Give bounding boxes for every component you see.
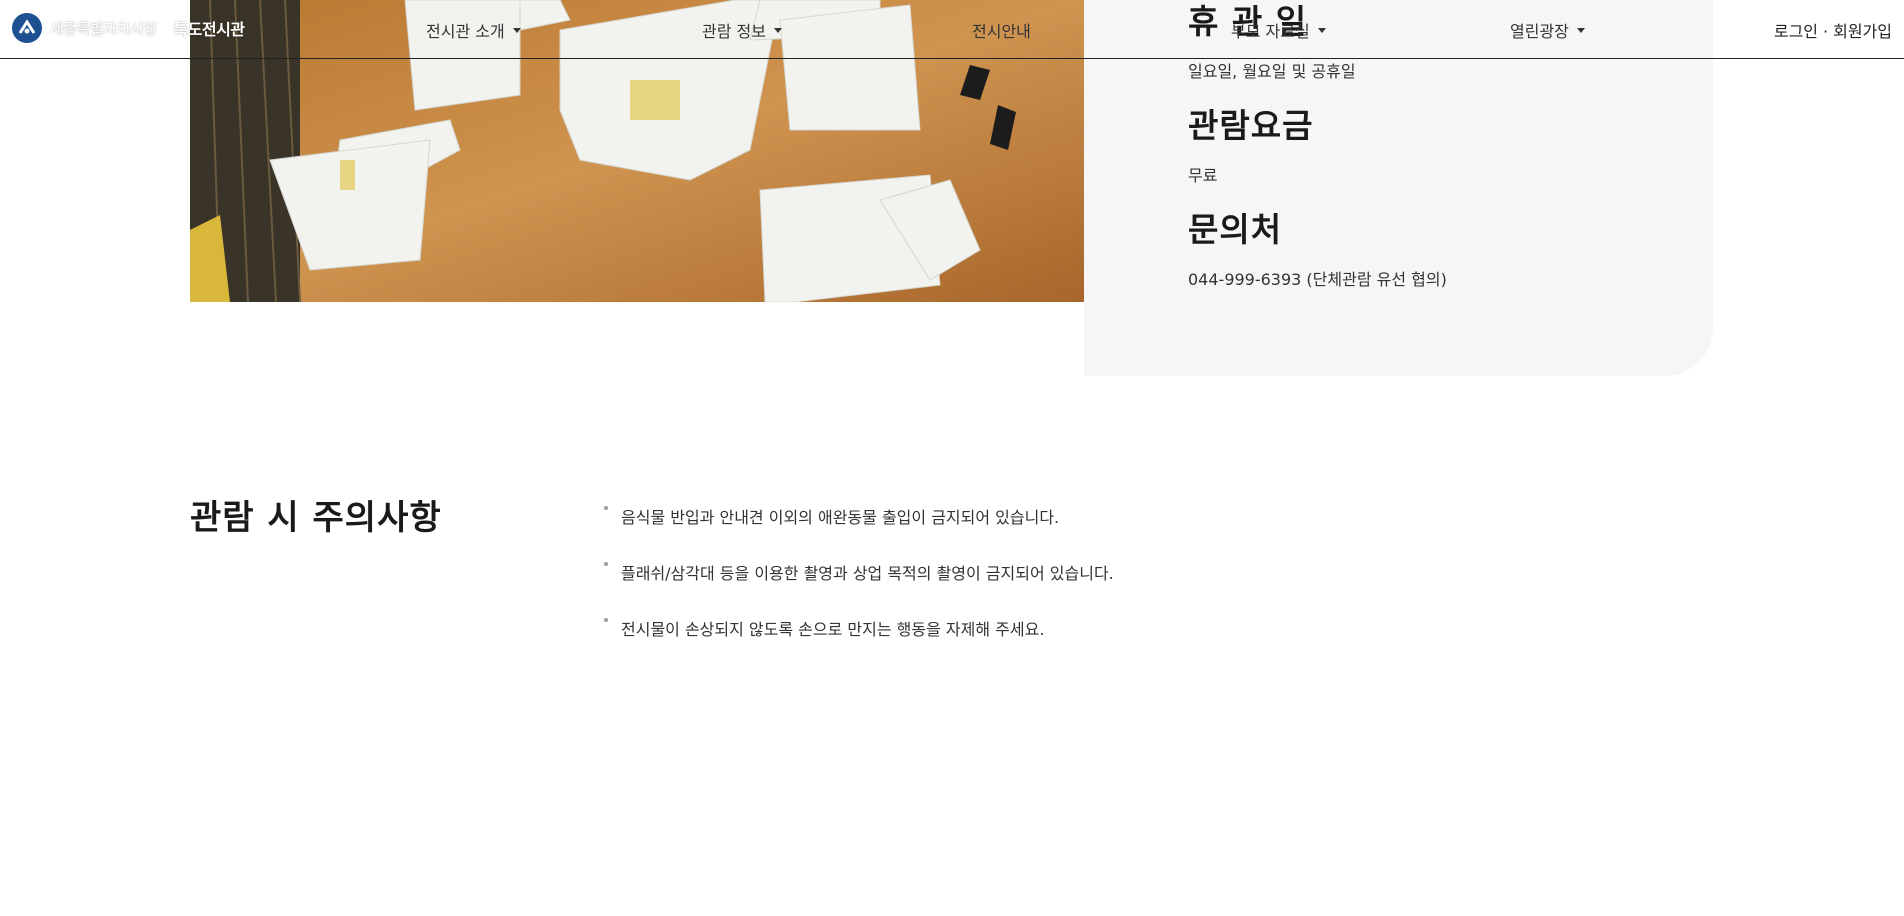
notice-item-text: 음식물 반입과 안내견 이외의 애완동물 출입이 금지되어 있습니다.	[621, 508, 1060, 527]
nav-item-label: 전시관 소개	[426, 22, 505, 41]
caret-down-icon	[1317, 27, 1326, 33]
nav-item-archive[interactable]: 부모 자료실	[1231, 18, 1326, 42]
nav-item-label: 부모 자료실	[1231, 22, 1310, 41]
auth-links: 로그인 · 회원가입	[1774, 18, 1892, 42]
list-item: 플래쉬/삼각대 등을 이용한 촬영과 상업 목적의 촬영이 금지되어 있습니다.	[604, 560, 1114, 616]
notice-section-title: 관람 시 주의사항	[190, 498, 442, 538]
admission-fee-text: 무료	[1188, 166, 1218, 185]
notice-item-text: 전시물이 손상되지 않도록 손으로 만지는 행동을 자제해 주세요.	[621, 620, 1045, 639]
auth-separator: ·	[1823, 22, 1829, 41]
bullet-dot-icon	[604, 618, 608, 622]
nav-item-open-square[interactable]: 열린광장	[1510, 18, 1585, 42]
bullet-dot-icon	[604, 506, 608, 510]
contact-text: 044-999-6393 (단체관람 유선 협의)	[1188, 270, 1447, 289]
nav-item-about[interactable]: 전시관 소개	[426, 18, 521, 42]
site-header: 세종특별자치시청 특도전시관 전시관 소개 관람 정보 전시안내 부모 자료실 …	[0, 0, 1904, 59]
login-link[interactable]: 로그인	[1774, 22, 1818, 41]
logo-site-name: 특도전시관	[173, 20, 245, 39]
nav-item-label: 열린광장	[1510, 22, 1569, 41]
list-item: 음식물 반입과 안내견 이외의 애완동물 출입이 금지되어 있습니다.	[604, 504, 1114, 560]
nav-item-label: 전시안내	[972, 22, 1031, 41]
nav-item-visit-info[interactable]: 관람 정보	[702, 18, 782, 42]
closed-days-text: 일요일, 월요일 및 공휴일	[1188, 62, 1356, 81]
caret-down-icon	[1576, 27, 1585, 33]
logo-divider	[164, 19, 166, 37]
logo-emblem-icon	[12, 13, 42, 43]
contact-title: 문의처	[1188, 210, 1283, 249]
notice-item-text: 플래쉬/삼각대 등을 이용한 촬영과 상업 목적의 촬영이 금지되어 있습니다.	[621, 564, 1114, 583]
logo-org-name: 세종특별자치시청	[50, 19, 157, 38]
caret-down-icon	[512, 27, 521, 33]
list-item: 전시물이 손상되지 않도록 손으로 만지는 행동을 자제해 주세요.	[604, 616, 1114, 672]
site-logo[interactable]: 세종특별자치시청 특도전시관	[12, 12, 245, 44]
nav-item-label: 관람 정보	[702, 22, 766, 41]
notice-list: 음식물 반입과 안내견 이외의 애완동물 출입이 금지되어 있습니다. 플래쉬/…	[604, 504, 1114, 672]
signup-link[interactable]: 회원가입	[1833, 22, 1892, 41]
admission-fee-title: 관람요금	[1188, 106, 1314, 145]
bullet-dot-icon	[604, 562, 608, 566]
caret-down-icon	[773, 27, 782, 33]
nav-item-exhibition[interactable]: 전시안내	[972, 18, 1031, 42]
